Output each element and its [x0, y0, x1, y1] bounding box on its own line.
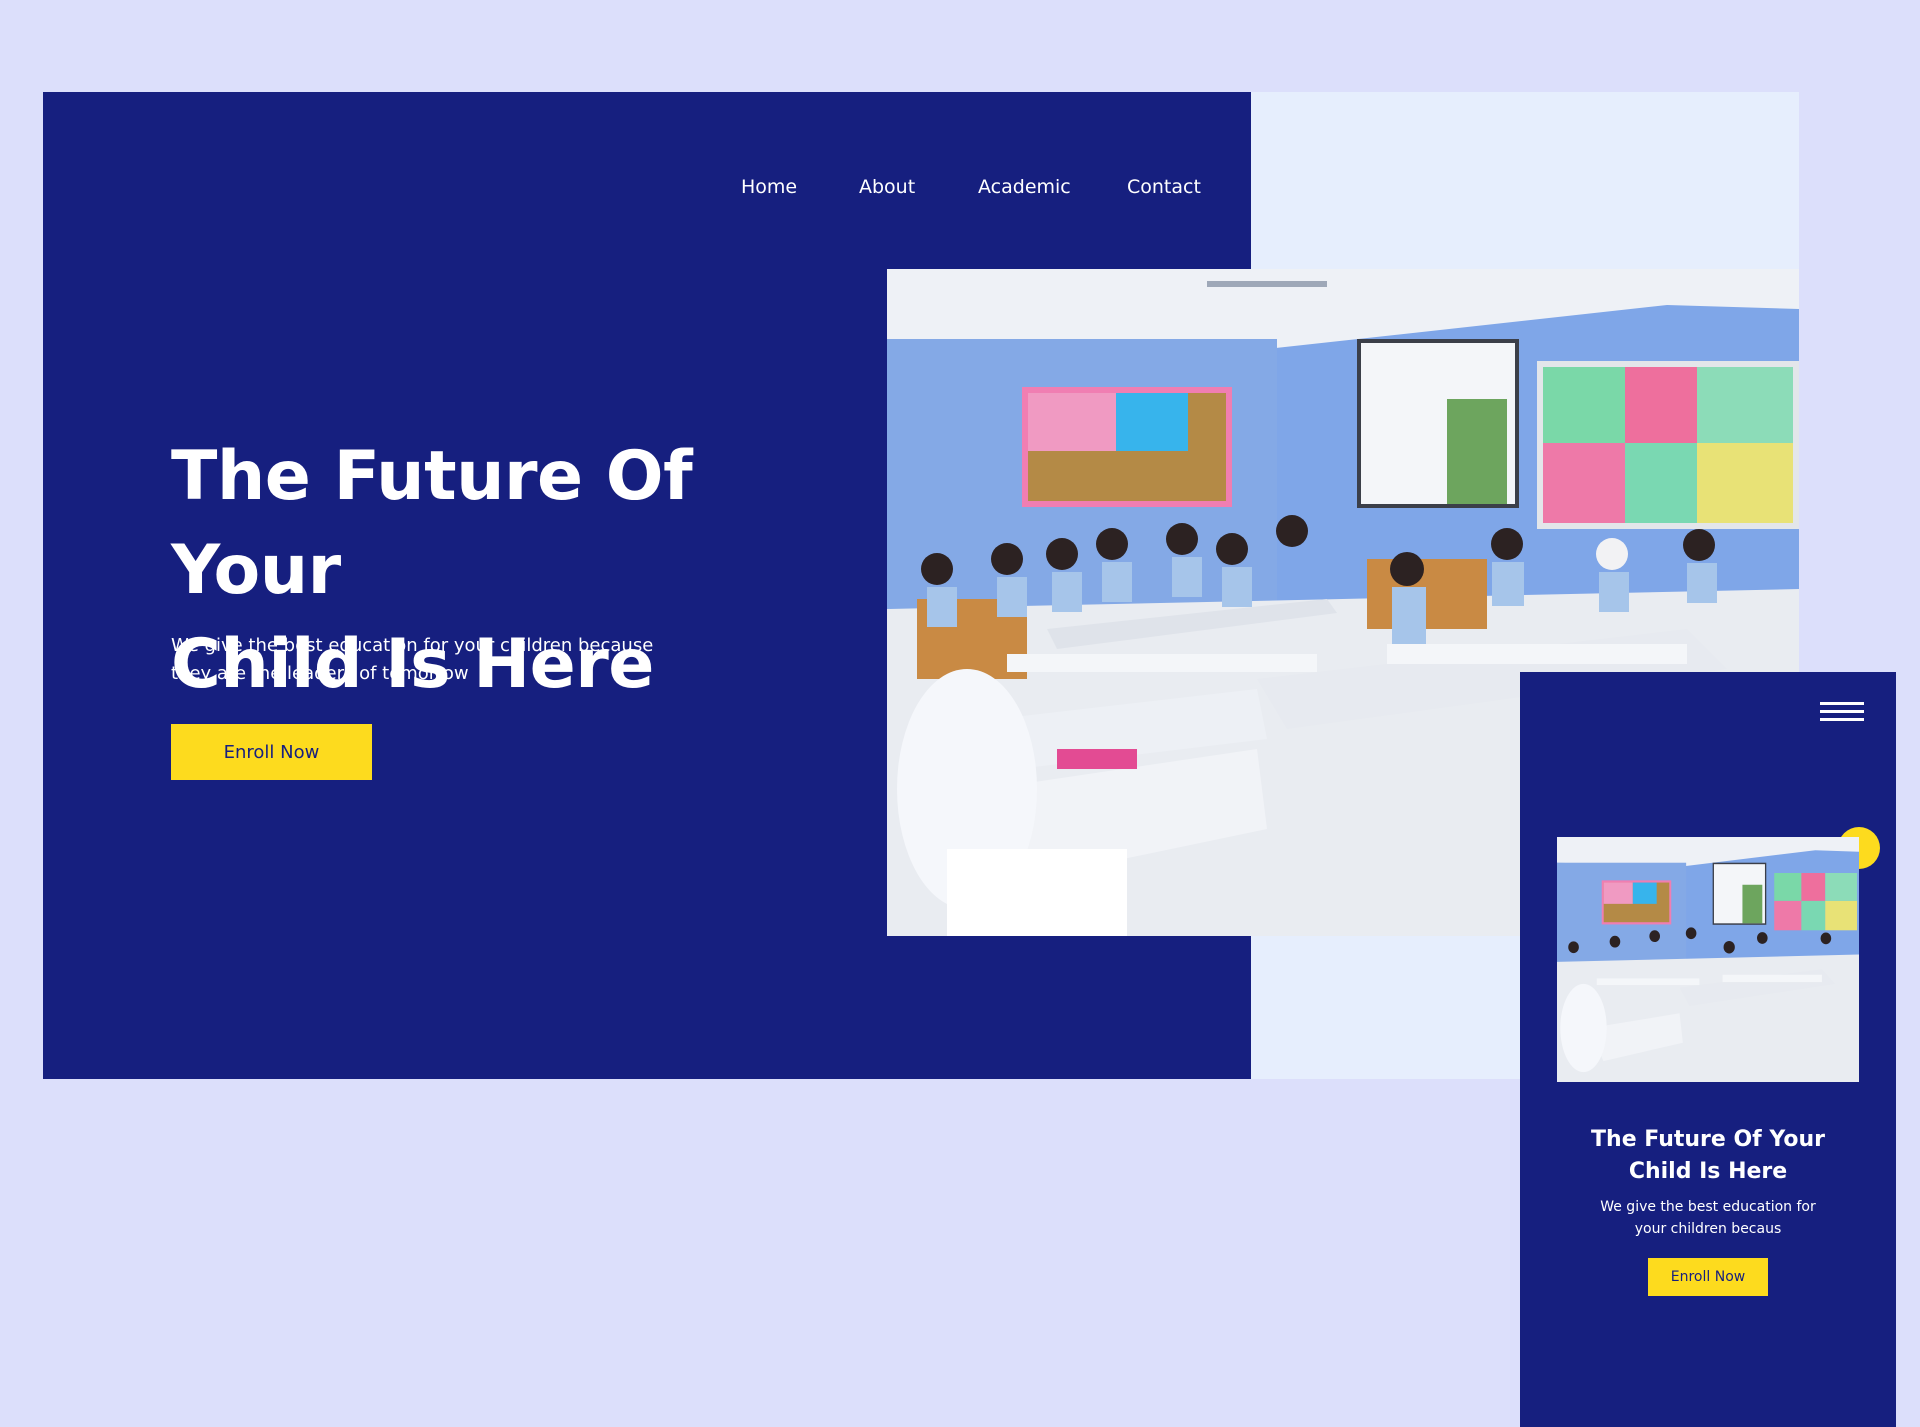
hamburger-menu-icon[interactable]	[1820, 702, 1864, 724]
hero-subtitle: We give the best education for your chil…	[171, 632, 691, 688]
mobile-preview: The Future Of Your Child Is Here We give…	[1520, 672, 1896, 1427]
mobile-hero-title: The Future Of Your Child Is Here	[1520, 1124, 1896, 1188]
nav-about-link[interactable]: About	[859, 176, 915, 198]
mobile-enroll-now-button[interactable]: Enroll Now	[1648, 1258, 1768, 1296]
mobile-classroom-illustration	[1557, 837, 1859, 1082]
mobile-subtitle-line-2: your children becaus	[1634, 1221, 1782, 1237]
nav-home-link[interactable]: Home	[741, 176, 797, 198]
hero-subtitle-line-2: they are the leaders of tomorrow	[171, 663, 469, 684]
mobile-title-line-1: The Future Of Your	[1591, 1127, 1825, 1152]
nav-contact-link[interactable]: Contact	[1127, 176, 1201, 198]
nav-academic-link[interactable]: Academic	[978, 176, 1071, 198]
mobile-subtitle-line-1: We give the best education for	[1600, 1199, 1816, 1215]
mobile-classroom-photo	[1557, 837, 1859, 1082]
hero-subtitle-line-1: We give the best education for your chil…	[171, 635, 654, 656]
enroll-now-button[interactable]: Enroll Now	[171, 724, 372, 780]
mobile-title-line-2: Child Is Here	[1628, 1159, 1788, 1184]
mobile-hero-subtitle: We give the best education for your chil…	[1578, 1196, 1838, 1240]
hero-title-line-1: The Future Of Your	[171, 437, 693, 610]
